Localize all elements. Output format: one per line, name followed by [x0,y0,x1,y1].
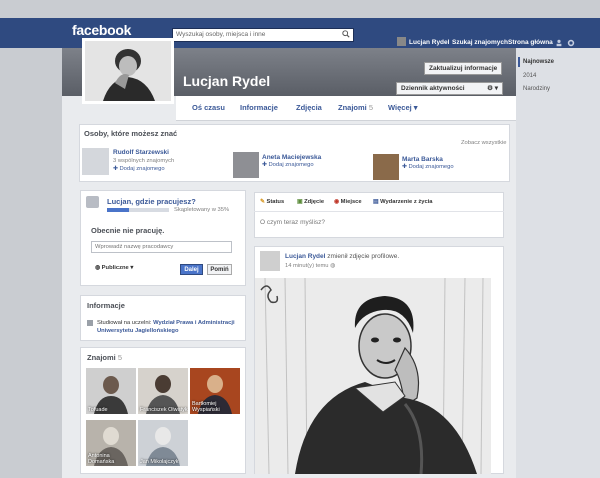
privacy-label: Publiczne [101,265,129,271]
friend-tile-3[interactable]: Bartłomiej Wyspiański [190,368,240,414]
friend-name-4: Antonina Domańska [88,453,115,465]
friends-count: 5 [117,353,123,362]
facebook-logo[interactable]: facebook [72,22,131,38]
settings-icon[interactable] [567,39,575,47]
friend-name-2: Franciszek Olwatyk [140,407,188,413]
composer-photo-label: Zdjęcie [304,199,325,205]
briefcase-icon [86,196,99,208]
post-time-label: 14 minut(y) temu [285,263,329,269]
timeline-year-sidebar [516,48,600,478]
composer-divider [254,211,504,212]
post-author-avatar[interactable] [260,251,280,271]
composer-event-tab[interactable]: ▤ Wydarzenie z życia [373,199,433,205]
header-avatar[interactable] [397,37,406,46]
friend-name-1: Tofuade [88,407,108,413]
sidebar-item-2014[interactable]: 2014 [523,73,536,79]
update-info-button[interactable]: Zaktualizuj informacje [424,62,503,75]
friend-tile-5[interactable]: Jan Mikolajczyk [138,420,188,466]
suggestion-avatar-2[interactable] [233,152,259,178]
chevron-down-icon: ▾ [128,265,134,271]
tab-friends-label: Znajomi [338,103,367,112]
search-input[interactable]: Wyszukaj osoby, miejsca i inne [172,28,354,42]
skip-button[interactable]: Pomiń [207,264,232,275]
info-title: Informacje [87,301,125,310]
composer-photo-tab[interactable]: ▣ Zdjęcie [297,199,324,205]
search-placeholder: Wyszukaj osoby, miejsca i inne [176,31,266,38]
public-icon: ◍ [328,263,336,269]
tab-more[interactable]: Więcej ▾ [388,103,418,112]
employer-input[interactable] [91,241,232,253]
tab-friends-count: 5 [368,103,374,112]
search-icon[interactable] [342,30,350,38]
profile-completion-progress-fill [107,208,129,212]
study-prefix: Studiował na uczelni: [97,320,152,326]
friend-tile-1[interactable]: Tofuade [86,368,136,414]
suggestion-avatar-3[interactable] [373,154,399,180]
suggestion-mutual-1[interactable]: 3 wspólnych znajomych [113,158,174,164]
composer-status-label: Status [266,199,285,205]
friends-title-label: Znajomi [87,353,116,362]
post-author-name[interactable]: Lucjan Rydel [285,253,325,260]
map-pin-icon: ◉ [334,199,341,205]
add-friend-label-3: Dodaj znajomego [408,164,454,170]
activity-log-button[interactable]: Dziennik aktywności ⚙ ▾ [396,82,503,95]
friend-name-3: Bartłomiej Wyspiański [192,401,220,413]
post-header: Lucjan Rydel zmienił zdjęcie profilowe. [285,253,399,260]
see-all-link[interactable]: Zobacz wszystkie [461,140,506,146]
graduation-icon [87,320,93,326]
profile-name: Lucjan Rydel [183,73,271,89]
post-timestamp[interactable]: 14 minut(y) temu ◍ [285,263,335,269]
composer-event-label: Wydarzenie z życia [380,199,433,205]
nav-home[interactable]: Strona główna [508,39,553,46]
composer-place-label: Miejsce [340,199,362,205]
suggestion-name-3[interactable]: Marta Barska [402,156,443,163]
tab-photos[interactable]: Zdjęcia [296,103,322,112]
suggestions-title: Osoby, które możesz znać [84,129,178,138]
friend-name-5: Jan Mikolajczyk [140,459,179,465]
friends-title[interactable]: Znajomi 5 [87,353,122,362]
privacy-selector[interactable]: ◍ Publiczne ▾ [95,265,133,271]
suggestion-avatar-1[interactable] [82,148,109,175]
tab-about[interactable]: Informacje [240,103,278,112]
profile-picture[interactable] [82,38,174,104]
friend-tile-4[interactable]: Antonina Domańska [86,420,136,466]
tab-friends[interactable]: Znajomi 5 [338,103,373,112]
sidebar-active-marker [518,57,520,67]
sidebar-item-born[interactable]: Narodziny [523,86,550,92]
portrait-drawing [255,278,491,474]
progress-label: Skąpletowany w 35% [174,207,230,213]
composer-status-tab[interactable]: ✎ Status [260,199,284,205]
add-friend-label-1: Dodaj znajomego [119,166,165,172]
activity-log-label: Dziennik aktywności [401,85,465,92]
header-user-name[interactable]: Lucjan Rydel [409,39,449,46]
work-question: Lucjan, gdzie pracujesz? [107,197,196,206]
profile-completion-progress [107,208,169,212]
friend-requests-icon[interactable] [555,39,563,47]
add-friend-button-1[interactable]: ✚ Dodaj znajomego [113,166,165,172]
globe-icon: ◍ [95,265,102,271]
settings-gear-icon[interactable]: ⚙ ▾ [487,84,498,92]
study-info: Studiował na uczelni: Wydział Prawa i Ad… [97,319,237,335]
friend-tile-2[interactable]: Franciszek Olwatyk [138,368,188,414]
tab-more-label: Więcej [388,103,412,112]
work-status-line: Obecnie nie pracuję. [91,226,165,235]
profile-portrait-illustration [85,41,171,101]
nav-find-friends[interactable]: Szukaj znajomych [452,39,508,46]
add-friend-label-2: Dodaj znajomego [268,162,314,168]
add-friend-button-3[interactable]: ✚ Dodaj znajomego [402,164,454,170]
chevron-down-icon: ▾ [413,103,418,112]
post-photo[interactable] [255,278,491,474]
suggestion-name-1[interactable]: Rudolf Starzewski [113,149,169,156]
status-input[interactable]: O czym teraz myślisz? [260,219,325,226]
post-action: zmienił zdjęcie profilowe. [327,253,400,260]
composer-place-tab[interactable]: ◉ Miejsce [334,199,362,205]
tab-timeline[interactable]: Oś czasu [192,103,225,112]
suggestion-name-2[interactable]: Aneta Maciejewska [262,154,321,161]
sidebar-item-recent[interactable]: Najnowsze [523,59,554,65]
save-button[interactable]: Dalej [180,264,203,275]
add-friend-button-2[interactable]: ✚ Dodaj znajomego [262,162,314,168]
